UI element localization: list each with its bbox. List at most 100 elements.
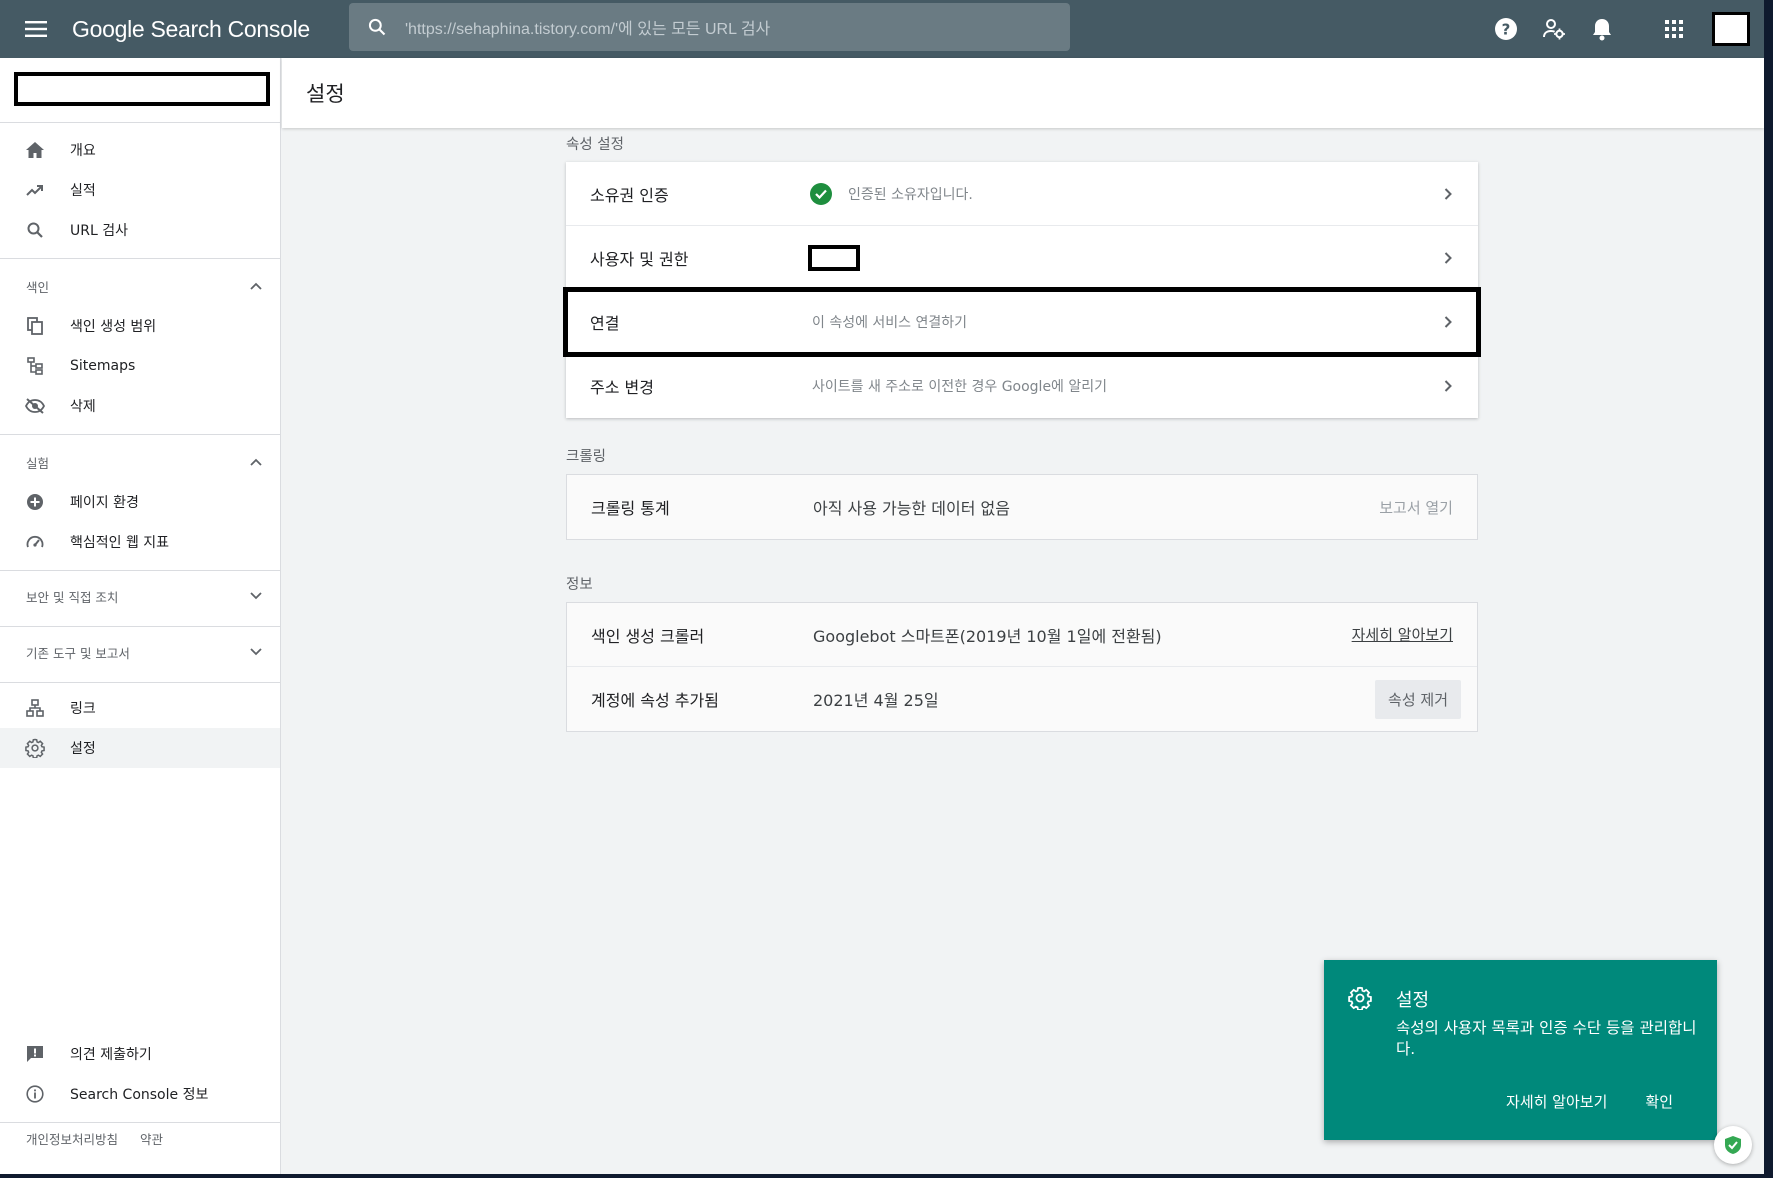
toast-title: 설정 <box>1396 990 1430 1011</box>
settings-tip-toast: 설정 속성의 사용자 목록과 인증 수단 등을 관리합니다. 자세히 알아보기 … <box>1324 960 1717 1140</box>
row-label: 연결 <box>590 313 620 333</box>
sidebar-item-core-web-vitals[interactable]: 핵심적인 웹 지표 <box>0 522 280 562</box>
chevron-right-icon <box>1444 315 1452 328</box>
manage-users-button[interactable] <box>1530 5 1578 53</box>
home-icon <box>26 142 44 158</box>
notifications-icon <box>1593 19 1611 41</box>
check-circle-icon <box>810 182 832 205</box>
row-label: 소유권 인증 <box>590 185 669 205</box>
sidebar-item-label: 색인 생성 범위 <box>70 319 157 335</box>
row-label: 주소 변경 <box>590 378 654 397</box>
sidebar-item-label: 핵심적인 웹 지표 <box>70 535 170 551</box>
row-label: 계정에 속성 추가됨 <box>591 691 719 710</box>
chevron-down-icon <box>250 648 262 656</box>
sidebar-item-label: 실적 <box>70 183 96 199</box>
divider <box>0 570 281 571</box>
security-extension-badge[interactable] <box>1714 1126 1752 1164</box>
feedback-icon <box>27 1046 43 1062</box>
toast-learn-more-button[interactable]: 자세히 알아보기 <box>1506 1091 1607 1112</box>
about-card: 색인 생성 크롤러 Googlebot 스마트폰(2019년 10월 1일에 전… <box>566 602 1478 732</box>
sidebar-item-links[interactable]: 링크 <box>0 688 280 728</box>
row-label: 크롤링 통계 <box>591 499 670 518</box>
property-added-row: 계정에 속성 추가됨 2021년 4월 25일 속성 제거 <box>567 667 1477 731</box>
notifications-button[interactable] <box>1578 5 1626 53</box>
section-label: 색인 <box>26 279 50 295</box>
search-placeholder: 'https://sehaphina.tistory.com/'에 있는 모든 … <box>405 21 771 38</box>
sidebar: 개요 실적 URL 검사 색인 색인 생성 범위 Sitemaps 삭제 실험 … <box>0 58 281 1174</box>
row-value: 2021년 4월 25일 <box>813 691 939 710</box>
sitemap-icon <box>27 357 43 375</box>
section-title-about: 정보 <box>566 577 593 593</box>
section-legacy-tools-toggle[interactable]: 기존 도구 및 보고서 <box>0 632 280 672</box>
section-security-toggle[interactable]: 보안 및 직접 조치 <box>0 576 280 616</box>
open-report-button[interactable]: 보고서 열기 <box>1379 497 1477 518</box>
search-icon <box>27 222 43 238</box>
section-experimental-toggle[interactable]: 실험 <box>0 442 280 482</box>
toast-confirm-button[interactable]: 확인 <box>1645 1091 1673 1112</box>
crawling-card: 크롤링 통계 아직 사용 가능한 데이터 없음 보고서 열기 <box>566 474 1478 540</box>
gear-icon <box>25 738 45 758</box>
shield-check-icon <box>1725 1136 1741 1154</box>
visibility-off-icon <box>25 398 45 414</box>
add-circle-icon <box>27 494 43 510</box>
sidebar-item-removals[interactable]: 삭제 <box>0 386 280 426</box>
sidebar-item-feedback[interactable]: 의견 제출하기 <box>0 1034 280 1074</box>
sidebar-item-label: 의견 제출하기 <box>70 1047 152 1063</box>
settings-content: 속성 설정 소유권 인증 인증된 소유자입니다. 사용자 및 권한 연결 이 속… <box>563 128 1481 732</box>
chevron-right-icon <box>1444 380 1452 392</box>
apps-button[interactable] <box>1650 5 1698 53</box>
divider <box>0 1122 281 1123</box>
sidebar-item-page-experience[interactable]: 페이지 환경 <box>0 482 280 522</box>
divider <box>0 122 281 123</box>
terms-link[interactable]: 약관 <box>140 1129 163 1148</box>
row-value: 이 속성에 서비스 연결하기 <box>812 314 968 331</box>
account-avatar[interactable] <box>1712 12 1750 46</box>
sidebar-item-sitemaps[interactable]: Sitemaps <box>0 346 280 386</box>
users-permissions-row[interactable]: 사용자 및 권한 <box>566 226 1478 290</box>
sidebar-item-url-inspection[interactable]: URL 검사 <box>0 210 280 250</box>
ownership-status: 인증된 소유자입니다. <box>848 186 973 203</box>
svg-text:?: ? <box>1502 21 1511 39</box>
learn-more-link[interactable]: 자세히 알아보기 <box>1352 624 1477 645</box>
remove-property-button[interactable]: 속성 제거 <box>1375 679 1461 719</box>
sidebar-item-settings[interactable]: 설정 <box>0 728 280 768</box>
help-icon: ? <box>1495 18 1517 40</box>
row-value: Googlebot 스마트폰(2019년 10월 1일에 전환됨) <box>813 626 1162 646</box>
url-inspect-search[interactable]: 'https://sehaphina.tistory.com/'에 있는 모든 … <box>349 3 1070 51</box>
chevron-up-icon <box>250 458 262 466</box>
top-actions: ? <box>1482 0 1764 58</box>
section-label: 보안 및 직접 조치 <box>26 589 119 605</box>
associations-row[interactable]: 연결 이 속성에 서비스 연결하기 <box>563 287 1481 357</box>
divider <box>0 258 281 259</box>
trending-up-icon <box>26 185 43 196</box>
row-label: 색인 생성 크롤러 <box>591 626 705 646</box>
row-label: 사용자 및 권한 <box>590 249 689 269</box>
sidebar-item-about[interactable]: Search Console 정보 <box>0 1074 280 1114</box>
ownership-verification-row[interactable]: 소유권 인증 인증된 소유자입니다. <box>566 162 1478 226</box>
chevron-right-icon <box>1444 187 1452 200</box>
copy-pages-icon <box>27 317 43 335</box>
section-index-toggle[interactable]: 색인 <box>0 266 280 306</box>
property-selector[interactable] <box>14 72 270 106</box>
menu-button[interactable] <box>0 0 72 58</box>
divider <box>0 434 281 435</box>
sidebar-item-label: Sitemaps <box>70 358 136 374</box>
change-of-address-row[interactable]: 주소 변경 사이트를 새 주소로 이전한 경우 Google에 알리기 <box>566 354 1478 418</box>
section-title-crawling: 크롤링 <box>566 449 607 465</box>
sidebar-item-index-coverage[interactable]: 색인 생성 범위 <box>0 306 280 346</box>
row-value <box>808 244 1418 271</box>
page-title: 설정 <box>306 82 345 106</box>
sidebar-item-performance[interactable]: 실적 <box>0 170 280 210</box>
privacy-link[interactable]: 개인정보처리방침 <box>26 1129 118 1148</box>
sidebar-item-label: Search Console 정보 <box>70 1087 209 1103</box>
row-value: 아직 사용 가능한 데이터 없음 <box>813 499 1010 518</box>
sidebar-item-overview[interactable]: 개요 <box>0 130 280 170</box>
top-app-bar: Google Search Console 'https://sehaphina… <box>0 0 1764 58</box>
menu-icon <box>25 21 47 37</box>
property-settings-card: 소유권 인증 인증된 소유자입니다. 사용자 및 권한 연결 이 속성에 서비스… <box>563 162 1481 418</box>
toast-body: 속성의 사용자 목록과 인증 수단 등을 관리합니다. <box>1396 1019 1697 1058</box>
links-icon <box>26 699 44 717</box>
app-title[interactable]: Google Search Console <box>72 16 349 43</box>
help-button[interactable]: ? <box>1482 5 1530 53</box>
footer-links: 개인정보처리방침 약관 <box>26 1129 163 1148</box>
